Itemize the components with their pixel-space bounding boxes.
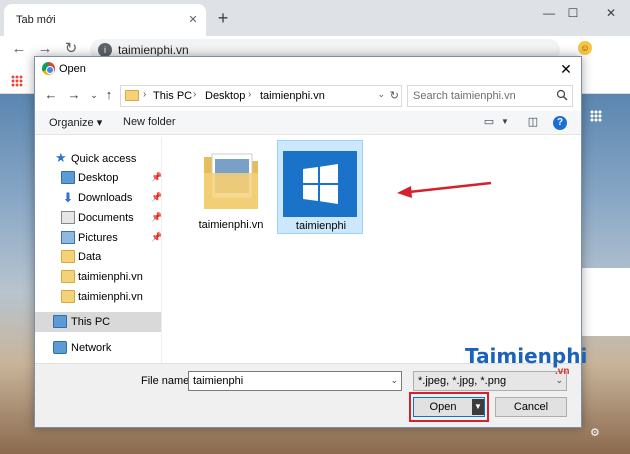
view-options-icon[interactable]: ▭ [481, 115, 497, 129]
chevron-right-icon[interactable]: › [143, 89, 146, 100]
breadcrumb-desktop[interactable]: Desktop [205, 90, 245, 102]
open-button[interactable]: Open ▼ [413, 397, 485, 417]
search-icon [556, 89, 568, 101]
minimize-icon[interactable]: — [536, 5, 562, 23]
address-bar[interactable]: › This PC › Desktop › taimienphi.vn ⌄ ↻ [120, 85, 402, 107]
back-icon[interactable]: ← [43, 87, 59, 103]
dialog-titlebar: Open ✕ [35, 57, 581, 81]
site-info-icon[interactable]: i [98, 43, 112, 57]
nav-item-taimienphi-1[interactable]: taimienphi.vn [35, 267, 161, 287]
documents-icon [61, 211, 75, 224]
new-tab-icon[interactable]: + [214, 9, 232, 28]
file-list: taimienphi.vn taimienphi [162, 137, 581, 363]
dialog-close-icon[interactable]: ✕ [557, 60, 575, 78]
nav-item-downloads[interactable]: ⬇ Downloads 📌 [35, 188, 163, 208]
command-bar: Organize ▾ New folder ▭ ▼ ◫ [35, 111, 581, 135]
navigation-pane: ★ Quick access Desktop 📌 ⬇ Downloads 📌 D… [35, 137, 163, 363]
nav-item-quick-access[interactable]: ★ Quick access [35, 149, 161, 169]
refresh-icon[interactable]: ↻ [390, 89, 399, 102]
nav-label: Pictures [78, 232, 118, 244]
maximize-icon[interactable]: ☐ [560, 5, 586, 23]
pictures-icon [61, 231, 75, 244]
download-icon: ⬇ [62, 190, 74, 205]
forward-icon[interactable]: → [66, 87, 82, 103]
desktop-folder-icon [61, 171, 75, 184]
new-folder-button[interactable]: New folder [123, 116, 176, 128]
browser-tab[interactable]: Tab mới ✕ [4, 4, 206, 36]
back-icon[interactable]: ← [10, 40, 28, 58]
folder-icon [61, 290, 75, 303]
browser-titlebar: Tab mới ✕ + — ☐ ✕ [0, 0, 630, 36]
chrome-icon [42, 62, 55, 75]
omnibox-url: taimienphi.vn [118, 43, 189, 57]
star-icon: ★ [55, 150, 67, 165]
red-arrow-annotation [397, 181, 492, 198]
nav-item-pictures[interactable]: Pictures 📌 [35, 228, 162, 248]
folder-icon [125, 90, 139, 101]
nav-label: Desktop [78, 172, 119, 184]
chevron-right-icon[interactable]: › [193, 89, 196, 100]
watermark-text: Taimienphi [465, 344, 588, 368]
organize-button[interactable]: Organize ▾ [49, 116, 102, 129]
file-item-image[interactable]: taimienphi [277, 140, 363, 234]
nav-label: taimienphi.vn [78, 271, 143, 283]
chevron-right-icon[interactable]: › [248, 89, 251, 100]
nav-label: taimienphi.vn [78, 291, 143, 303]
file-item-folder[interactable]: taimienphi.vn [188, 143, 274, 237]
tab-title: Tab mới [16, 14, 56, 26]
file-name-field[interactable]: taimienphi ⌄ [188, 371, 402, 391]
open-button-label: Open [429, 401, 457, 413]
nav-item-desktop[interactable]: Desktop 📌 [35, 168, 162, 188]
nav-item-documents[interactable]: Documents 📌 [35, 208, 162, 228]
chevron-down-icon[interactable]: ⌄ [377, 89, 385, 100]
extension-emoji-icon[interactable]: ☺ [578, 41, 592, 55]
nav-label: Downloads [78, 192, 133, 204]
address-row: ← → ⌄ ↑ › This PC › Desktop › taimienphi… [35, 81, 581, 111]
tab-close-icon[interactable]: ✕ [186, 13, 200, 27]
preview-pane-icon[interactable]: ◫ [525, 115, 541, 129]
nav-item-data[interactable]: Data [35, 247, 161, 267]
nav-item-network[interactable]: Network [35, 338, 161, 358]
chevron-down-icon[interactable]: ▼ [497, 115, 513, 129]
nav-label: This PC [71, 316, 111, 328]
nav-item-taimienphi-2[interactable]: taimienphi.vn [35, 287, 161, 307]
nav-label: Quick access [71, 153, 137, 165]
help-icon[interactable]: ? [553, 116, 567, 130]
watermark-suffix: .vn [555, 366, 570, 377]
file-label: taimienphi [295, 220, 347, 232]
pc-icon [53, 315, 67, 328]
organize-label: Organize [49, 117, 94, 129]
close-window-icon[interactable]: ✕ [598, 5, 624, 23]
apps-grid-icon[interactable] [590, 110, 602, 122]
search-input[interactable]: Search taimienphi.vn [407, 85, 573, 107]
folder-icon [61, 250, 75, 263]
recent-locations-icon[interactable]: ⌄ [86, 87, 102, 103]
gear-icon[interactable]: ⚙ [590, 426, 600, 439]
open-options-dropdown[interactable]: ▼ [472, 399, 484, 415]
nav-item-this-pc[interactable]: This PC [35, 312, 161, 332]
folder-icon [204, 153, 258, 209]
windows-logo-icon [283, 151, 357, 217]
chevron-down-icon[interactable]: ⌄ [390, 375, 398, 386]
apps-grid-icon[interactable] [11, 75, 23, 87]
file-label: taimienphi.vn [198, 219, 264, 231]
background-card [578, 268, 630, 336]
folder-icon [61, 270, 75, 283]
watermark-logo: Taimienphi .vn [441, 342, 587, 382]
nav-label: Data [78, 251, 102, 263]
file-name-value: taimienphi [193, 375, 244, 387]
cancel-button[interactable]: Cancel [495, 397, 567, 417]
up-icon[interactable]: ↑ [101, 87, 117, 103]
network-icon [53, 341, 67, 354]
dialog-title: Open [59, 63, 86, 75]
file-name-label: File name: [141, 375, 193, 387]
breadcrumb-folder[interactable]: taimienphi.vn [260, 90, 325, 102]
breadcrumb-this-pc[interactable]: This PC [153, 90, 192, 102]
search-placeholder: Search taimienphi.vn [413, 90, 516, 102]
nav-label: Network [71, 342, 112, 354]
nav-label: Documents [78, 212, 134, 224]
